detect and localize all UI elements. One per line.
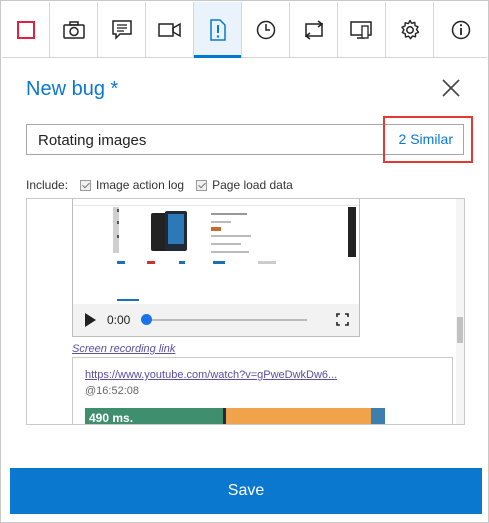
fullscreen-icon[interactable]: [336, 313, 349, 326]
camera-icon: [62, 20, 85, 39]
bug-icon: [209, 18, 226, 41]
toolbar: [2, 2, 487, 58]
history-button[interactable]: [242, 2, 290, 57]
bar-segment-orange: [226, 408, 371, 424]
save-button[interactable]: Save: [10, 468, 482, 514]
bar-segment-blue: [371, 408, 385, 424]
page-title: New bug *: [26, 78, 119, 100]
screen-icon: [349, 20, 372, 39]
video-button[interactable]: [146, 2, 194, 57]
include-label: Include:: [26, 178, 69, 192]
bug-panel: New bug * 2 Similar Include: Image actio…: [0, 0, 489, 523]
screenshot-button[interactable]: [50, 2, 98, 57]
video-controls: 0:00: [73, 304, 359, 336]
include-row: Include: Image action log Page load data: [26, 178, 293, 192]
video-player: 0:00: [72, 199, 360, 337]
gear-icon: [400, 19, 419, 39]
similar-highlight: [383, 116, 473, 163]
bug-button[interactable]: [194, 2, 242, 58]
close-icon[interactable]: [440, 77, 462, 99]
video-seek-track[interactable]: [147, 319, 307, 321]
video-seek-handle[interactable]: [141, 314, 152, 325]
sync-icon: [304, 19, 323, 40]
note-button[interactable]: [98, 2, 146, 57]
screen-button[interactable]: [338, 2, 386, 57]
load-bar-label: 490 ms.: [89, 411, 134, 425]
play-icon[interactable]: [85, 313, 96, 327]
bug-title-input[interactable]: [38, 130, 368, 150]
preview-scrollbar[interactable]: [456, 199, 464, 424]
timestamp: @16:52:08: [85, 385, 139, 397]
scrollbar-thumb[interactable]: [457, 317, 463, 343]
video-thumbnail: [73, 199, 359, 304]
page-load-data-checkbox[interactable]: Page load data: [196, 178, 293, 192]
check-icon: [80, 179, 92, 191]
screen-recording-link[interactable]: Screen recording link: [72, 343, 175, 355]
attachments-preview: 0:00 Screen recording link https://www.y…: [26, 198, 465, 425]
video-time: 0:00: [107, 313, 131, 327]
image-action-log-checkbox[interactable]: Image action log: [80, 178, 184, 192]
settings-button[interactable]: [386, 2, 434, 57]
video-icon: [157, 22, 181, 37]
page-load-data-label: Page load data: [212, 178, 293, 192]
stop-recording-icon: [16, 20, 35, 39]
note-icon: [111, 19, 132, 40]
history-icon: [256, 20, 275, 39]
info-icon: [451, 20, 470, 39]
check-icon: [196, 179, 208, 191]
page-load-card: https://www.youtube.com/watch?v=gPweDwkD…: [72, 357, 453, 425]
stop-recording-button[interactable]: [2, 2, 50, 57]
sync-button[interactable]: [290, 2, 338, 57]
info-button[interactable]: [434, 2, 487, 57]
youtube-link[interactable]: https://www.youtube.com/watch?v=gPweDwkD…: [85, 369, 337, 381]
image-action-log-label: Image action log: [96, 178, 185, 192]
